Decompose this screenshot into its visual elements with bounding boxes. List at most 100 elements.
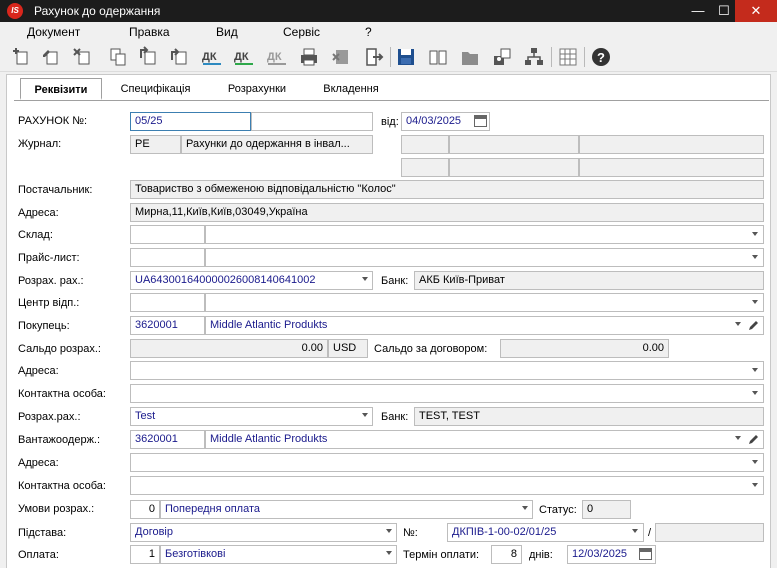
chevron-down-icon[interactable] xyxy=(362,277,368,281)
chevron-down-icon[interactable] xyxy=(522,506,528,510)
consignee-address-select[interactable] xyxy=(130,453,764,472)
terms-code-input[interactable]: 0 xyxy=(130,500,160,519)
dk-grey-icon[interactable]: ДК xyxy=(266,46,288,68)
menu-edit[interactable]: Правка xyxy=(129,25,170,39)
currency-field: USD xyxy=(328,339,368,358)
payment-term-label: Термін оплати: xyxy=(403,549,480,561)
calendar-icon[interactable] xyxy=(474,115,487,127)
price-list-code-input[interactable] xyxy=(130,248,205,267)
settlement-account-select[interactable]: UA643001640000026008140641002 xyxy=(130,271,373,290)
extra-field-4 xyxy=(401,158,449,177)
exit-icon[interactable] xyxy=(363,46,385,68)
basis-number-select[interactable]: ДКПІВ-1-00-02/01/25 xyxy=(447,523,644,542)
price-list-select[interactable] xyxy=(205,248,764,267)
dk-credit-icon[interactable]: ДК xyxy=(233,46,255,68)
edit-doc-icon[interactable] xyxy=(40,46,62,68)
tab-details[interactable]: Реквізити xyxy=(20,78,102,100)
save-icon[interactable] xyxy=(395,46,417,68)
extra-field-1 xyxy=(401,135,449,154)
calendar-icon[interactable] xyxy=(639,548,652,560)
pencil-icon[interactable] xyxy=(748,433,760,445)
basis-number-label: №: xyxy=(403,527,418,539)
buyer-account-select[interactable]: Test xyxy=(130,407,373,426)
price-list-label: Прайс-лист: xyxy=(18,252,80,264)
help-icon[interactable]: ? xyxy=(590,46,612,68)
contact-label: Контактна особа: xyxy=(18,388,106,400)
buyer-name-select[interactable]: Middle Atlantic Produkts xyxy=(205,316,764,335)
grid-icon[interactable] xyxy=(557,46,579,68)
chevron-down-icon[interactable] xyxy=(632,529,638,533)
tab-attachments[interactable]: Вкладення xyxy=(312,78,390,100)
delete-doc-icon[interactable] xyxy=(72,46,94,68)
status-field: 0 xyxy=(582,500,631,519)
consignee-name-select[interactable]: Middle Atlantic Produkts xyxy=(205,430,764,449)
book-icon[interactable] xyxy=(427,46,449,68)
folder-icon[interactable] xyxy=(459,46,481,68)
journal-name-field: Рахунки до одержання в інвал... xyxy=(181,135,373,154)
close-button[interactable]: ✕ xyxy=(735,0,777,22)
consignee-code-input[interactable]: 3620001 xyxy=(130,430,205,449)
add-doc-icon[interactable] xyxy=(10,46,32,68)
buyer-address-select[interactable] xyxy=(130,361,764,380)
menu-help[interactable]: ? xyxy=(365,25,372,39)
consignee-contact-select[interactable] xyxy=(130,476,764,495)
buyer-code-input[interactable]: 3620001 xyxy=(130,316,205,335)
balance-field: 0.00 xyxy=(130,339,328,358)
menu-document[interactable]: Документ xyxy=(27,25,80,39)
copy-icon[interactable] xyxy=(107,46,129,68)
chevron-down-icon[interactable] xyxy=(752,232,758,236)
warehouse-code-input[interactable] xyxy=(130,225,205,244)
menu-bar: Документ Правка Вид Сервіс ? xyxy=(0,22,777,42)
chevron-down-icon[interactable] xyxy=(735,436,741,440)
print-icon[interactable] xyxy=(298,46,320,68)
menu-service[interactable]: Сервіс xyxy=(283,25,320,39)
pencil-icon[interactable] xyxy=(748,319,760,331)
user-card-icon[interactable] xyxy=(491,46,513,68)
dk-label: ДК xyxy=(234,51,249,63)
window-title: Рахунок до одержання xyxy=(34,4,161,18)
chevron-down-icon[interactable] xyxy=(386,551,392,555)
payment-term-input[interactable]: 8 xyxy=(491,545,522,564)
svg-text:?: ? xyxy=(597,50,605,65)
clear-icon[interactable] xyxy=(330,46,352,68)
terms-label: Умови розрах.: xyxy=(18,503,95,515)
invoice-number-label: РАХУНОК №: xyxy=(18,115,88,127)
chevron-down-icon[interactable] xyxy=(752,300,758,304)
responsibility-center-select[interactable] xyxy=(205,293,764,312)
payment-code-input[interactable]: 1 xyxy=(130,545,160,564)
payment-select[interactable]: Безготівкові xyxy=(160,545,397,564)
basis-select[interactable]: Договір xyxy=(130,523,397,542)
dk-debit-icon[interactable]: ДК xyxy=(201,46,223,68)
toolbar-separator xyxy=(390,47,391,67)
basis-label: Підстава: xyxy=(18,527,67,539)
contact-select[interactable] xyxy=(130,384,764,403)
journal-code-field: РЕ xyxy=(130,135,181,154)
invoice-number-suffix-input[interactable] xyxy=(251,112,373,131)
hierarchy-icon[interactable] xyxy=(523,46,545,68)
chevron-down-icon[interactable] xyxy=(752,483,758,487)
menu-view[interactable]: Вид xyxy=(216,25,238,39)
chevron-down-icon[interactable] xyxy=(362,413,368,417)
invoice-number-input[interactable]: 05/25 xyxy=(130,112,251,131)
chevron-down-icon[interactable] xyxy=(752,460,758,464)
terms-select[interactable]: Попередня оплата xyxy=(160,500,533,519)
tab-settlements[interactable]: Розрахунки xyxy=(214,78,300,100)
chevron-down-icon[interactable] xyxy=(752,368,758,372)
app-logo-icon: IS xyxy=(7,3,23,19)
extra-field-2 xyxy=(449,135,579,154)
dk-label: ДК xyxy=(267,51,282,63)
chevron-down-icon[interactable] xyxy=(386,529,392,533)
warehouse-select[interactable] xyxy=(205,225,764,244)
tab-specification[interactable]: Специфікація xyxy=(108,78,203,100)
insert-after-icon[interactable] xyxy=(168,46,190,68)
supplier-address-label: Адреса: xyxy=(18,207,59,219)
responsibility-center-code-input[interactable] xyxy=(130,293,205,312)
buyer-account-label: Розрах.рах.: xyxy=(18,411,81,423)
chevron-down-icon[interactable] xyxy=(752,255,758,259)
chevron-down-icon[interactable] xyxy=(752,391,758,395)
chevron-down-icon[interactable] xyxy=(735,322,741,326)
insert-icon[interactable] xyxy=(137,46,159,68)
contract-balance-label: Сальдо за договором: xyxy=(374,343,488,355)
toolbar: ДК ДК ДК ? xyxy=(0,42,777,72)
responsibility-center-label: Центр відп.: xyxy=(18,297,80,309)
